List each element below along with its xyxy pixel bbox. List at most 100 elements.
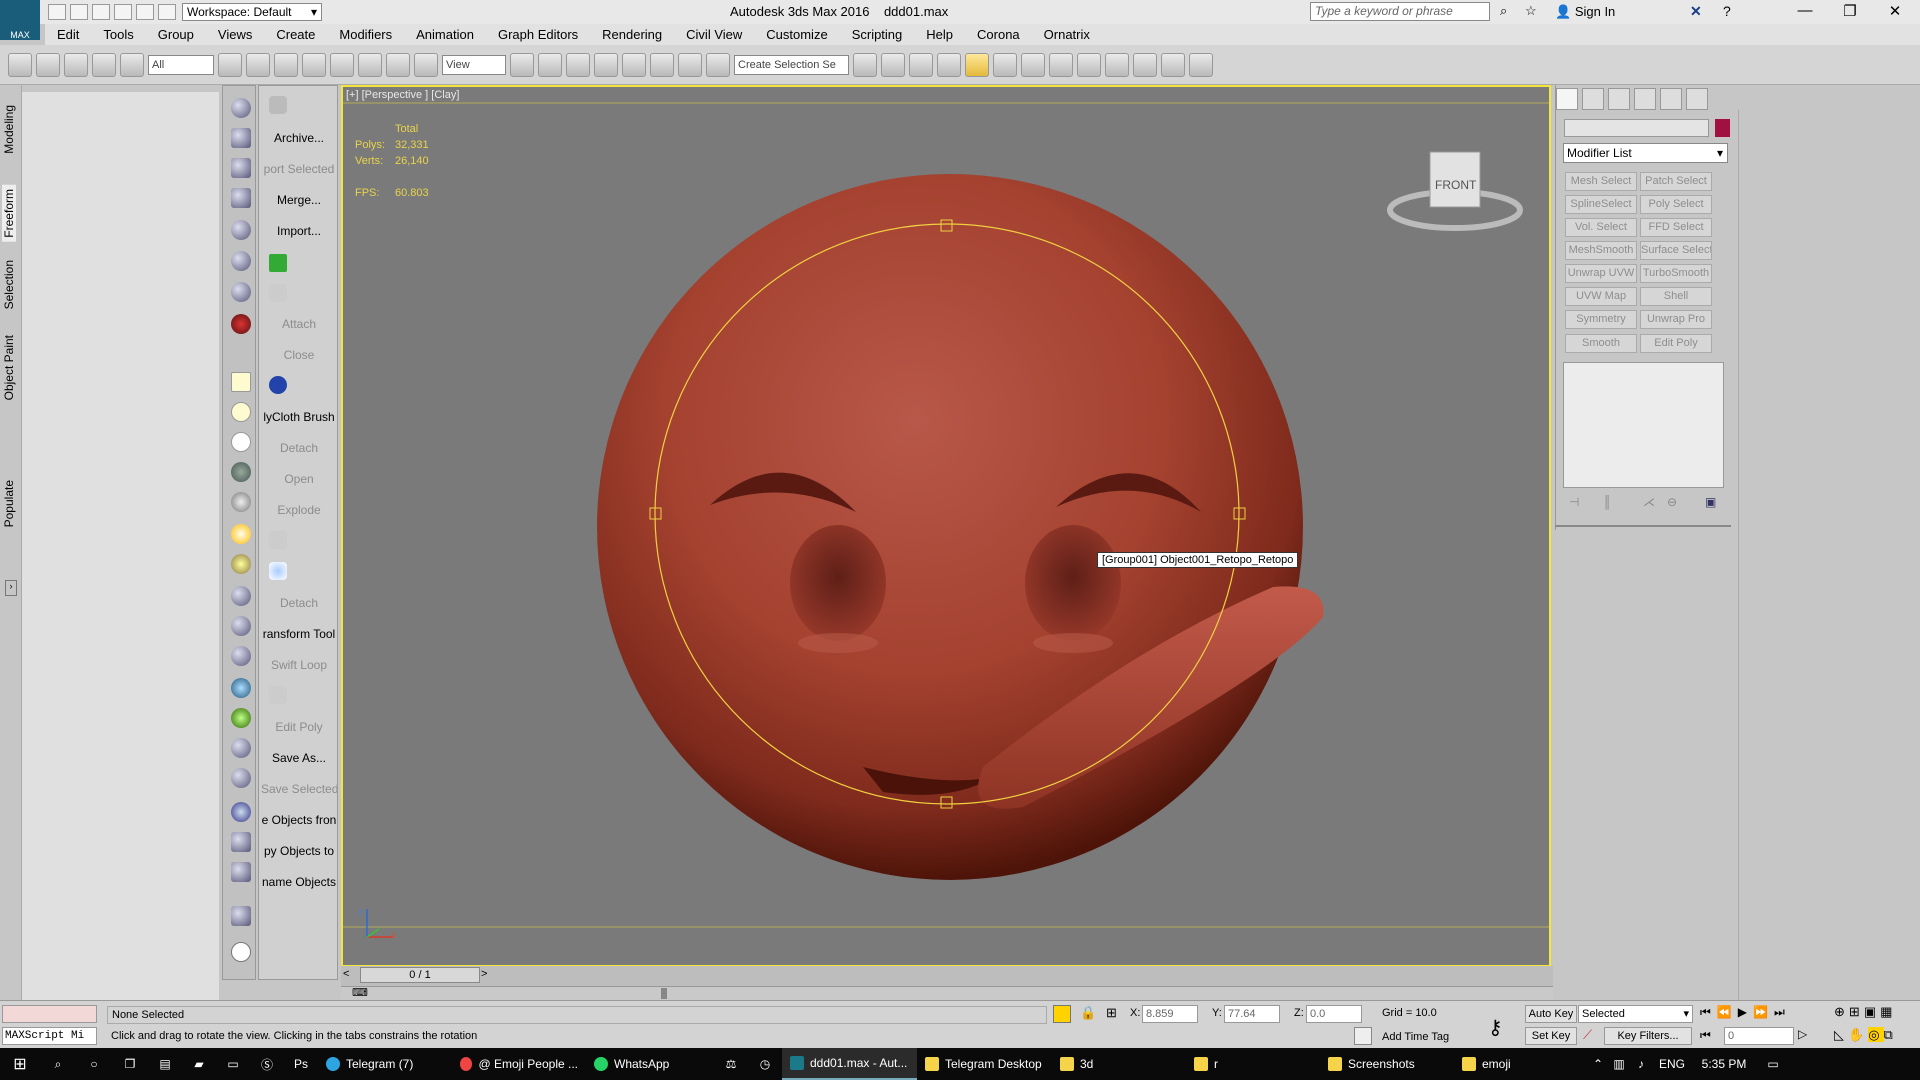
time-configuration-icon[interactable]: ▷ [1798,1027,1807,1041]
schematic-view-icon[interactable] [1021,52,1045,77]
ffd-select-button[interactable]: FFD Select [1640,218,1712,237]
taskbar-item-telegram[interactable]: Telegram (7) [318,1048,452,1080]
menu-scripting[interactable]: Scripting [840,27,915,42]
surface-select-button[interactable]: Surface Select [1640,241,1712,260]
store-icon[interactable]: ▤ [148,1048,182,1080]
project-folder-icon[interactable] [158,4,176,20]
rotate-icon[interactable] [358,52,382,77]
unwrap-pro-button[interactable]: Unwrap Pro [1640,310,1712,329]
tab-freeform[interactable]: Freeform [2,185,16,242]
menu-customize[interactable]: Customize [754,27,839,42]
select-object-icon[interactable] [218,52,242,77]
motion-tab-icon[interactable] [1634,88,1656,110]
mirror-icon[interactable] [853,52,877,77]
orb-icon[interactable] [231,802,251,822]
percent-snap-icon[interactable] [650,52,674,77]
key-mode-dropdown[interactable]: Selected ▾ [1578,1005,1693,1023]
a360-render-icon[interactable] [1189,52,1213,77]
maximize-viewport-icon[interactable]: ⧉ [1884,1027,1897,1042]
app-icon-clock[interactable]: ◷ [748,1048,782,1080]
task-view-icon[interactable]: ❐ [112,1048,148,1080]
place-icon[interactable] [414,52,438,77]
selection-filter-dropdown[interactable]: All [148,54,214,75]
selection-lock-icon[interactable]: 🔒 [1080,1005,1096,1021]
green-box-icon[interactable] [269,254,287,272]
set-key-button[interactable]: Set Key [1525,1027,1577,1045]
volume-icon[interactable]: ♪ [1630,1048,1652,1080]
ellipse-icon[interactable] [231,402,251,422]
default-in-out-tangent-icon[interactable]: ⟋ [1583,1027,1592,1043]
time-slider[interactable]: 0 / 1 [360,967,480,983]
field-of-view-icon[interactable]: ◺ [1834,1027,1848,1042]
help-icon[interactable]: ? [1723,3,1731,19]
layer-explorer-icon[interactable] [937,52,961,77]
y-coordinate-field[interactable]: 77.64 [1224,1005,1280,1023]
rendered-frame-window-icon[interactable] [1105,52,1129,77]
biohazard-icon[interactable] [231,314,251,334]
splineselect-button[interactable]: SplineSelect [1565,195,1637,214]
photoshop-icon[interactable]: Ps [284,1048,318,1080]
smooth-button[interactable]: Smooth [1565,334,1637,353]
redo-icon[interactable] [136,4,154,20]
rectangular-selection-icon[interactable] [274,52,298,77]
set-keys-key-icon[interactable]: ⚷ [1488,1015,1503,1040]
go-to-end-icon[interactable]: ⏭ [1774,1005,1791,1019]
menu-create[interactable]: Create [264,27,327,42]
open-button[interactable]: Open [261,472,337,486]
save-selected-button[interactable]: Save Selected [261,782,337,796]
keyboard-shortcut-icon[interactable] [566,52,590,77]
symmetry-button[interactable]: Symmetry [1565,310,1637,329]
named-selection-dropdown[interactable]: Create Selection Se [734,54,849,75]
swift-loop-button[interactable]: Swift Loop [261,658,337,672]
sign-in-link[interactable]: 👤 Sign In [1555,4,1615,20]
spinner-snap-icon[interactable] [678,52,702,77]
skype-icon[interactable]: Ⓢ [250,1048,284,1080]
modify-tab-icon[interactable] [1582,88,1604,110]
hierarchy-tab-icon[interactable] [1608,88,1630,110]
object-color-swatch[interactable] [1715,119,1730,137]
track-bar[interactable] [341,986,1553,1000]
polycloth-brush-button[interactable]: lyCloth Brush [261,410,337,424]
display-tab-icon[interactable] [1660,88,1682,110]
menu-help[interactable]: Help [914,27,965,42]
next-frame-icon[interactable]: > [481,968,487,980]
mesh-select-button[interactable]: Mesh Select [1565,172,1637,191]
merge-button[interactable]: Merge... [261,193,337,207]
remove-modifier-icon[interactable]: ⊖ [1667,495,1677,509]
scene-explorer-icon[interactable] [909,52,933,77]
shell-button[interactable]: Shell [1640,287,1712,306]
ribbon-expand-icon[interactable]: › [5,580,17,596]
cortana-icon[interactable]: ○ [76,1048,112,1080]
exchange-icon[interactable]: ✕ [1690,3,1702,20]
current-frame-field[interactable]: 0 [1724,1027,1794,1045]
app-icon-scale[interactable]: ⚖ [714,1048,748,1080]
cone-icon[interactable] [231,492,251,512]
create-tab-icon[interactable] [1556,88,1578,110]
clipboard-icon[interactable] [231,128,251,148]
patch-select-button[interactable]: Patch Select [1640,172,1712,191]
pin-stack-icon[interactable]: ⊣ [1569,495,1579,509]
maxscript-listener-output[interactable] [2,1005,97,1023]
vol-select-button[interactable]: Vol. Select [1565,218,1637,237]
time-tag-icon[interactable] [1354,1027,1372,1045]
edit-poly-modifier-button[interactable]: Edit Poly [1640,334,1712,353]
export-selected-button[interactable]: port Selected [261,162,337,176]
timeline-marker[interactable] [661,988,667,999]
tab-object-paint[interactable]: Object Paint [2,335,16,400]
pan-hand-icon[interactable]: ✋ [1848,1027,1868,1042]
x-coordinate-field[interactable]: 8.859 [1142,1005,1198,1023]
archive-button[interactable]: Archive... [261,131,337,145]
import-button[interactable]: Import... [261,224,337,238]
list-icon[interactable] [231,158,251,178]
menu-graph-editors[interactable]: Graph Editors [486,27,590,42]
move-objects-from-button[interactable]: e Objects fron [261,813,337,827]
material-editor-icon[interactable] [1049,52,1073,77]
hand-icon[interactable] [231,738,251,758]
open-file-icon[interactable] [70,4,88,20]
edit-named-selection-icon[interactable] [706,52,730,77]
render-iterative-icon[interactable] [1161,52,1185,77]
menu-group[interactable]: Group [146,27,206,42]
grass-icon[interactable] [231,708,251,728]
pyramid-icon[interactable] [231,646,251,666]
menu-tools[interactable]: Tools [91,27,145,42]
